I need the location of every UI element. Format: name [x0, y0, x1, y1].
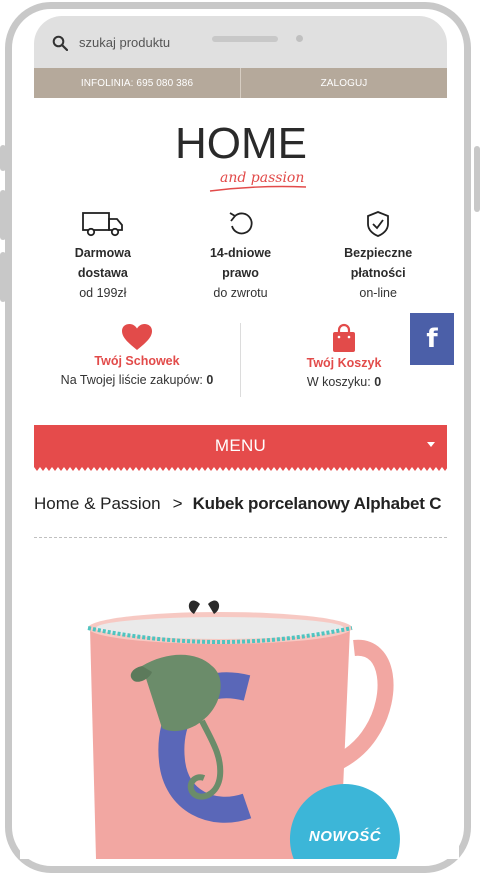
breadcrumb-home[interactable]: Home & Passion: [34, 494, 161, 513]
search-input[interactable]: szukaj produktu: [79, 35, 170, 50]
login-link[interactable]: ZALOGUJ: [240, 68, 447, 98]
phone-camera: [296, 35, 303, 42]
breadcrumb: Home & Passion > Kubek porcelanowy Alphabe…: [34, 494, 447, 514]
screen: szukaj produktu INFOLINIA: 695 080 386 Z…: [20, 16, 459, 859]
cart-count: 0: [374, 375, 382, 389]
new-badge: NOWOŚĆ: [308, 828, 382, 845]
shield-check-icon: [367, 211, 390, 237]
phone-speaker: [212, 36, 278, 42]
hotline-link[interactable]: INFOLINIA: 695 080 386: [34, 68, 240, 98]
search-icon: [52, 35, 68, 51]
feature-title: płatności: [350, 266, 406, 280]
cart-summary: W koszyku: 0: [241, 375, 447, 389]
cart-title: Twój Koszyk: [306, 356, 382, 370]
feature-subtitle: on-line: [359, 286, 397, 300]
wishlist-summary: Na Twojej liście zakupów: 0: [34, 373, 240, 387]
breadcrumb-separator: >: [172, 494, 183, 513]
heart-icon: [122, 324, 152, 350]
mug-illustration: [87, 600, 400, 859]
feature-title: Darmowa: [74, 246, 131, 260]
breadcrumb-current: Kubek porcelanowy Alphabet C: [192, 494, 442, 513]
menu-button[interactable]: MENU: [34, 425, 447, 467]
wishlist-cart-row: Twój Schowek Na Twojej liście zakupów: 0…: [34, 323, 447, 397]
feature-title: Bezpieczne: [344, 246, 413, 260]
logo-main-text: HOME: [175, 119, 307, 168]
chevron-down-icon: [427, 442, 435, 447]
wishlist-count: 0: [206, 373, 214, 387]
cart-summary-text: W koszyku:: [306, 375, 371, 389]
feature-secure-payments: Bezpieczne płatności on-line: [309, 209, 447, 309]
truck-icon: [81, 212, 123, 237]
cart-box[interactable]: Twój Koszyk W koszyku: 0: [240, 323, 447, 397]
feature-title: 14-dniowe: [209, 246, 272, 260]
wishlist-title: Twój Schowek: [94, 354, 180, 368]
menu-label: MENU: [214, 436, 267, 455]
info-bar: INFOLINIA: 695 080 386 ZALOGUJ: [34, 68, 447, 98]
return-arrow-icon: [229, 212, 253, 235]
search-bar[interactable]: szukaj produktu: [34, 16, 447, 68]
feature-free-delivery: Darmowa dostawa od 199zł: [34, 209, 172, 309]
logo-swoosh: [209, 185, 307, 192]
features-row: Darmowa dostawa od 199zł 14-dniowe prawo…: [34, 209, 447, 309]
site-logo[interactable]: HOME and passion: [168, 122, 314, 197]
product-image[interactable]: NOWOŚĆ: [72, 556, 407, 859]
feature-returns: 14-dniowe prawo do zwrotu: [172, 209, 310, 309]
feature-title: prawo: [222, 266, 259, 280]
shopping-bag-icon: [333, 323, 355, 352]
feature-title: dostawa: [77, 266, 128, 280]
menu-decorative-border: [34, 467, 447, 471]
side-button: [474, 146, 480, 212]
wishlist-box[interactable]: Twój Schowek Na Twojej liście zakupów: 0: [34, 323, 240, 397]
feature-subtitle: od 199zł: [79, 286, 127, 300]
divider: [34, 537, 447, 538]
wishlist-summary-text: Na Twojej liście zakupów:: [60, 373, 203, 387]
feature-subtitle: do zwrotu: [213, 286, 268, 300]
